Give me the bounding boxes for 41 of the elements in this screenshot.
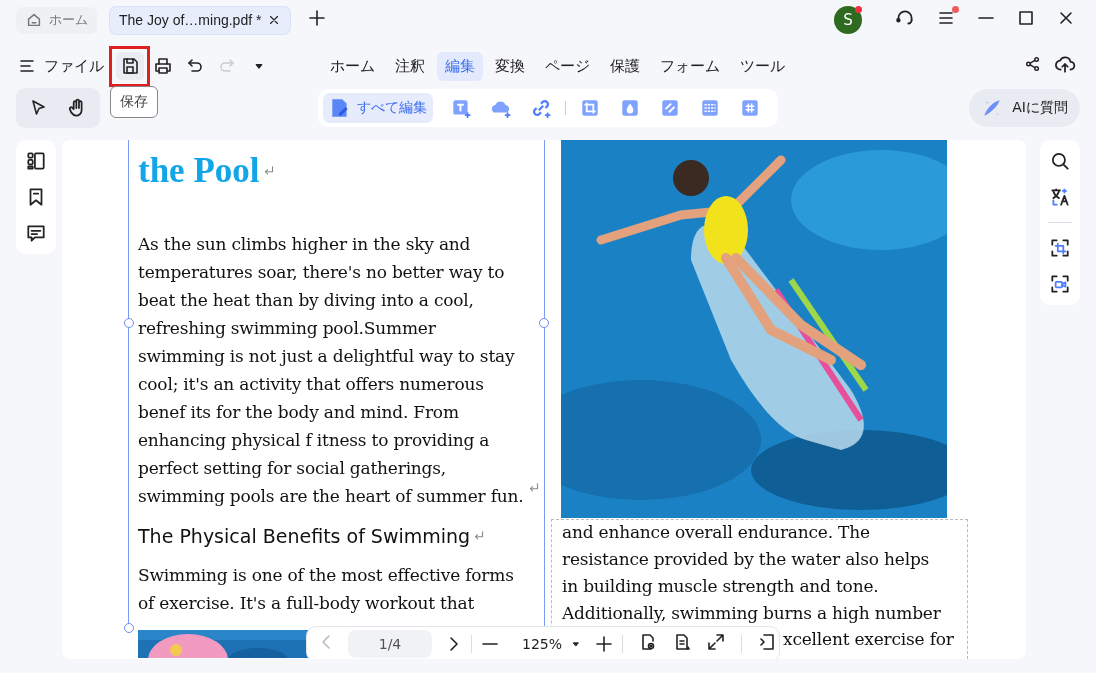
ai-button[interactable]: AIに質問 (969, 89, 1080, 127)
avatar[interactable]: S (834, 6, 862, 34)
ribbon-tab[interactable]: ページ (537, 51, 598, 81)
text-box-icon[interactable] (450, 97, 472, 119)
ribbon-tab[interactable]: フォーム (652, 51, 728, 81)
file-menu[interactable]: ファイル (18, 56, 104, 76)
ribbon-tab[interactable]: 変換 (487, 51, 533, 81)
ribbon-tab[interactable]: 編集 (437, 51, 483, 81)
tooltip: 保存 (110, 86, 158, 118)
resize-handle[interactable] (124, 623, 134, 633)
home-icon (25, 11, 43, 29)
cloud-upload-icon[interactable] (1054, 53, 1076, 75)
edit-all-button[interactable]: すべて編集 (323, 93, 433, 123)
thumbnails-icon[interactable] (25, 150, 47, 172)
resize-handle[interactable] (124, 318, 134, 328)
home-tab[interactable]: ホーム (16, 6, 97, 34)
translate-icon[interactable] (1049, 186, 1071, 208)
maximize-icon[interactable] (1016, 8, 1036, 28)
resize-handle[interactable] (539, 318, 549, 328)
screenshot-icon[interactable] (1049, 237, 1071, 259)
paragraph: As the sun climbs higher in the sky and temperatures soar, there's no better way to beat the heat than by diving into a cool, refreshing swimming pool.Summer swimming is not just a delightful way to stay cool; it's an activity that offers numerous benef its for the body and mind. From enhancing physical f itness to providing a perfect setting for social gatherings, swimming pools are the heart of summer fun. (138, 233, 525, 508)
document-title: the Pool (138, 151, 260, 191)
document-tab[interactable]: The Joy of…ming.pdf * (109, 5, 292, 35)
section-heading: The Physical Benefits of Swimming (138, 525, 471, 547)
ribbon-tab[interactable]: 注釈 (387, 51, 433, 81)
ribbon-tab[interactable]: ツール (732, 51, 793, 81)
zoom-in-icon[interactable] (594, 634, 615, 654)
ribbon-tab[interactable]: ホーム (322, 51, 383, 81)
fit-page-icon[interactable] (706, 632, 727, 652)
screen-record-icon[interactable] (1049, 273, 1071, 295)
ribbon-tab[interactable]: 保護 (602, 51, 648, 81)
share-icon[interactable] (1024, 55, 1042, 73)
new-tab-icon[interactable] (307, 8, 328, 28)
link-icon[interactable] (530, 97, 552, 119)
zoom-dropdown[interactable]: 125% (522, 636, 583, 652)
save-icon[interactable] (115, 52, 144, 80)
paragraph: xcellent exercise for (783, 628, 954, 651)
print-icon[interactable] (153, 56, 173, 76)
paragraph: Swimming is one of the most effective forms of exercise. It's a full-body workout that (138, 564, 515, 615)
page-number-field[interactable]: 1/4 (348, 630, 432, 658)
search-icon[interactable] (1049, 150, 1071, 172)
